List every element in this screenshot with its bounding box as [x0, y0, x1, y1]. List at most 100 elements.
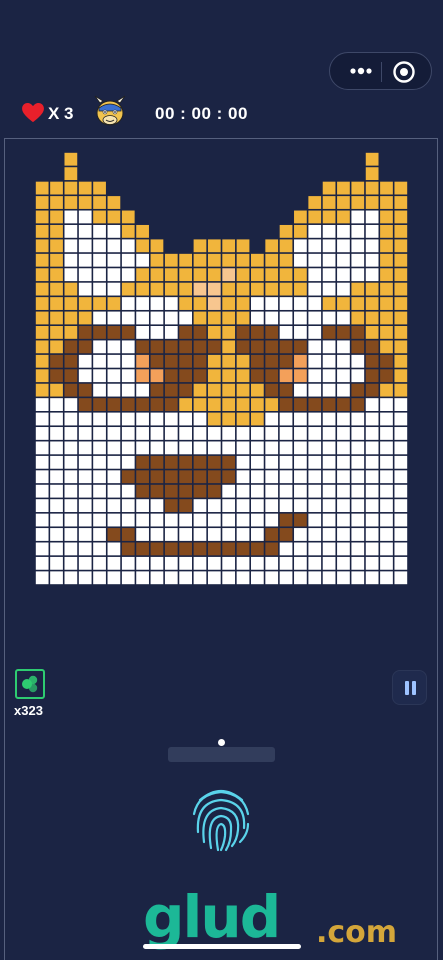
- puzzle-cell[interactable]: [35, 354, 49, 368]
- puzzle-cell[interactable]: [50, 455, 63, 469]
- puzzle-cell[interactable]: [136, 441, 149, 455]
- puzzle-cell[interactable]: [236, 427, 250, 440]
- puzzle-cell[interactable]: [365, 196, 379, 209]
- puzzle-cell[interactable]: [150, 268, 164, 282]
- puzzle-cell[interactable]: [64, 398, 78, 411]
- puzzle-cell[interactable]: [322, 412, 336, 426]
- puzzle-cell[interactable]: [394, 297, 408, 310]
- puzzle-cell[interactable]: [337, 441, 350, 455]
- puzzle-cell[interactable]: [222, 297, 236, 310]
- puzzle-cell[interactable]: [265, 311, 279, 325]
- puzzle-cell[interactable]: [107, 542, 121, 556]
- puzzle-cell[interactable]: [236, 354, 250, 368]
- puzzle-cell[interactable]: [394, 513, 408, 527]
- puzzle-cell[interactable]: [394, 398, 408, 411]
- puzzle-cell[interactable]: [207, 297, 221, 310]
- puzzle-cell[interactable]: [222, 383, 236, 397]
- puzzle-cell[interactable]: [351, 398, 365, 411]
- puzzle-cell[interactable]: [78, 571, 92, 585]
- puzzle-cell[interactable]: [50, 441, 63, 455]
- pixel-puzzle-board[interactable]: [35, 152, 408, 585]
- puzzle-cell[interactable]: [294, 297, 307, 310]
- puzzle-cell[interactable]: [351, 268, 365, 282]
- puzzle-cell[interactable]: [136, 340, 149, 354]
- puzzle-cell[interactable]: [93, 470, 106, 484]
- puzzle-cell[interactable]: [78, 268, 92, 282]
- puzzle-cell[interactable]: [380, 412, 393, 426]
- puzzle-cell[interactable]: [394, 282, 408, 296]
- puzzle-cell[interactable]: [308, 484, 322, 498]
- puzzle-cell[interactable]: [250, 441, 264, 455]
- puzzle-cell[interactable]: [136, 571, 149, 585]
- puzzle-cell[interactable]: [121, 383, 135, 397]
- puzzle-cell[interactable]: [136, 224, 149, 238]
- puzzle-cell[interactable]: [193, 499, 207, 513]
- puzzle-cell[interactable]: [50, 398, 63, 411]
- puzzle-cell[interactable]: [265, 528, 279, 541]
- puzzle-cell[interactable]: [265, 412, 279, 426]
- puzzle-cell[interactable]: [179, 268, 193, 282]
- puzzle-cell[interactable]: [380, 398, 393, 411]
- puzzle-cell[interactable]: [337, 354, 350, 368]
- puzzle-cell[interactable]: [164, 268, 178, 282]
- puzzle-cell[interactable]: [121, 542, 135, 556]
- puzzle-cell[interactable]: [136, 542, 149, 556]
- puzzle-cell[interactable]: [236, 412, 250, 426]
- puzzle-cell[interactable]: [236, 484, 250, 498]
- puzzle-cell[interactable]: [265, 484, 279, 498]
- puzzle-cell[interactable]: [35, 513, 49, 527]
- pause-button[interactable]: [392, 670, 427, 705]
- puzzle-cell[interactable]: [380, 224, 393, 238]
- puzzle-cell[interactable]: [394, 470, 408, 484]
- puzzle-cell[interactable]: [164, 398, 178, 411]
- puzzle-cell[interactable]: [380, 470, 393, 484]
- puzzle-cell[interactable]: [121, 398, 135, 411]
- puzzle-cell[interactable]: [279, 412, 293, 426]
- puzzle-cell[interactable]: [308, 542, 322, 556]
- puzzle-cell[interactable]: [222, 441, 236, 455]
- puzzle-cell[interactable]: [121, 340, 135, 354]
- puzzle-cell[interactable]: [179, 253, 193, 267]
- puzzle-cell[interactable]: [93, 484, 106, 498]
- puzzle-cell[interactable]: [35, 340, 49, 354]
- puzzle-cell[interactable]: [121, 369, 135, 383]
- puzzle-cell[interactable]: [164, 340, 178, 354]
- puzzle-cell[interactable]: [207, 253, 221, 267]
- puzzle-cell[interactable]: [322, 268, 336, 282]
- puzzle-cell[interactable]: [207, 239, 221, 253]
- puzzle-cell[interactable]: [107, 326, 121, 339]
- puzzle-cell[interactable]: [78, 398, 92, 411]
- puzzle-cell[interactable]: [193, 542, 207, 556]
- puzzle-cell[interactable]: [150, 542, 164, 556]
- puzzle-cell[interactable]: [179, 340, 193, 354]
- puzzle-cell[interactable]: [394, 369, 408, 383]
- puzzle-cell[interactable]: [265, 499, 279, 513]
- puzzle-cell[interactable]: [64, 167, 78, 181]
- puzzle-cell[interactable]: [294, 484, 307, 498]
- puzzle-cell[interactable]: [294, 470, 307, 484]
- puzzle-cell[interactable]: [93, 542, 106, 556]
- puzzle-cell[interactable]: [193, 354, 207, 368]
- puzzle-cell[interactable]: [150, 282, 164, 296]
- puzzle-cell[interactable]: [380, 513, 393, 527]
- puzzle-cell[interactable]: [193, 340, 207, 354]
- puzzle-cell[interactable]: [222, 427, 236, 440]
- puzzle-cell[interactable]: [150, 455, 164, 469]
- puzzle-cell[interactable]: [78, 210, 92, 224]
- puzzle-cell[interactable]: [150, 383, 164, 397]
- puzzle-cell[interactable]: [107, 196, 121, 209]
- puzzle-cell[interactable]: [222, 455, 236, 469]
- puzzle-cell[interactable]: [78, 441, 92, 455]
- puzzle-cell[interactable]: [380, 556, 393, 570]
- puzzle-cell[interactable]: [337, 268, 350, 282]
- puzzle-cell[interactable]: [308, 427, 322, 440]
- puzzle-cell[interactable]: [308, 528, 322, 541]
- puzzle-cell[interactable]: [150, 354, 164, 368]
- puzzle-cell[interactable]: [50, 542, 63, 556]
- puzzle-cell[interactable]: [35, 470, 49, 484]
- puzzle-cell[interactable]: [93, 412, 106, 426]
- puzzle-cell[interactable]: [394, 383, 408, 397]
- puzzle-cell[interactable]: [308, 354, 322, 368]
- puzzle-cell[interactable]: [308, 412, 322, 426]
- puzzle-cell[interactable]: [35, 528, 49, 541]
